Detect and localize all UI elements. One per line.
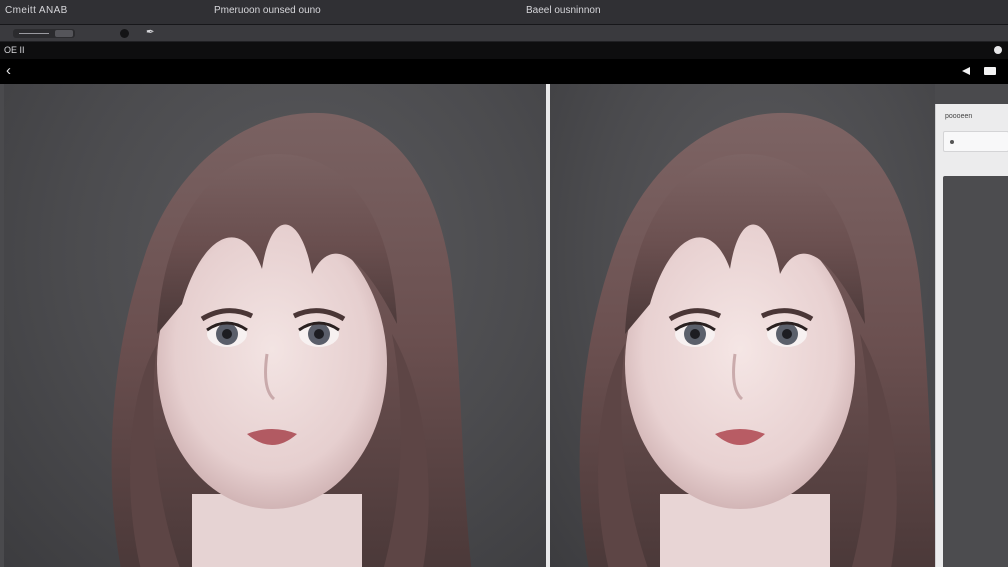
photo-editor-window: Cmeitt ANAB Pmeruoon ounsed ouno Baeel o…: [0, 0, 1008, 567]
portrait-image-after: [579, 112, 935, 567]
play-icon[interactable]: [962, 67, 970, 75]
mode-label: OE II: [4, 45, 25, 55]
portrait-image-before: [111, 112, 472, 567]
properties-preview-area[interactable]: [943, 176, 1008, 567]
window-icon[interactable]: [984, 67, 996, 75]
field-dot-icon: [950, 140, 954, 144]
properties-title: poooeen: [945, 113, 973, 120]
tool-options-bar: ✒: [0, 25, 1008, 42]
slider-value-box[interactable]: [55, 30, 73, 37]
document-title: Pmeruoon ounsed ouno: [214, 5, 321, 16]
navigation-bar: ‹: [0, 59, 1008, 84]
color-dot-button[interactable]: [120, 29, 129, 38]
after-preview-pane[interactable]: [550, 84, 935, 567]
right-title: Baeel ousninnon: [526, 5, 601, 16]
canvas-viewport[interactable]: [0, 84, 1008, 567]
size-slider[interactable]: [13, 29, 75, 38]
status-dot-icon[interactable]: [994, 46, 1002, 54]
properties-field[interactable]: [943, 131, 1008, 152]
slider-track: [19, 33, 49, 34]
app-title: Cmeitt ANAB: [5, 5, 68, 16]
properties-panel: poooeen: [935, 104, 1008, 567]
before-preview-pane[interactable]: [4, 84, 546, 567]
sub-toolbar: OE II: [0, 42, 1008, 59]
title-bar: Cmeitt ANAB Pmeruoon ounsed ouno Baeel o…: [0, 0, 1008, 25]
back-chevron-icon[interactable]: ‹: [6, 62, 11, 80]
brush-icon[interactable]: ✒: [146, 27, 154, 38]
